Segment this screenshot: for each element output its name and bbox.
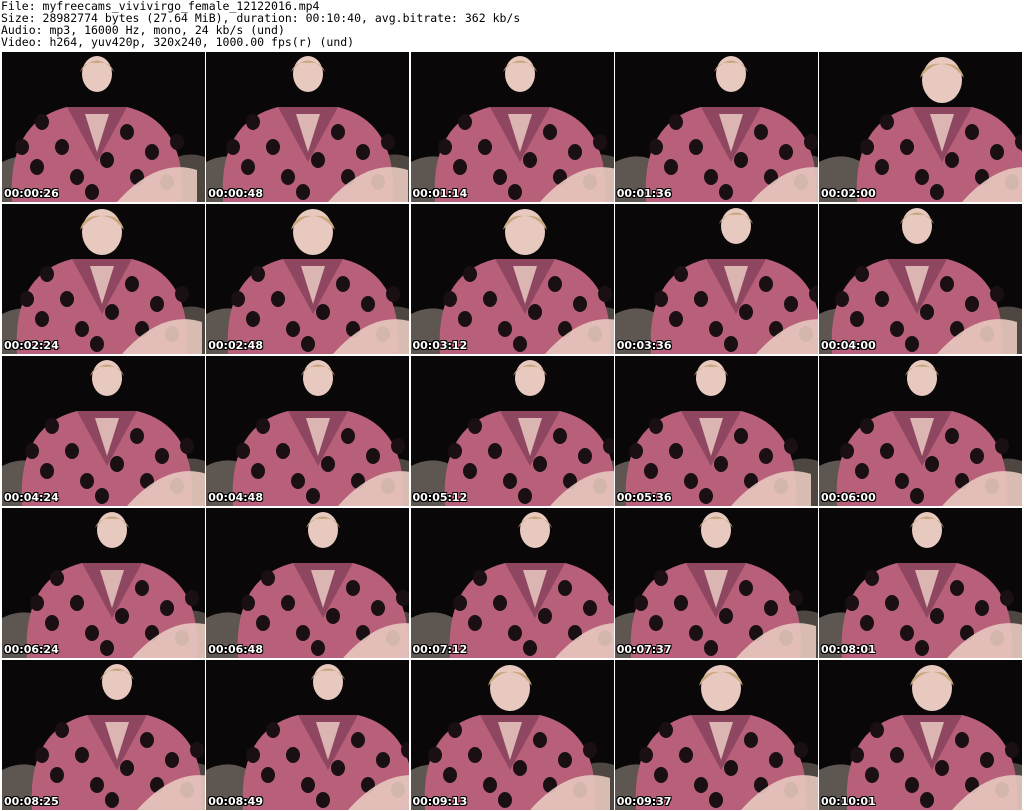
frame-image — [614, 508, 818, 658]
video-thumbnail: 00:08:49 — [206, 660, 410, 810]
frame-timestamp: 00:02:48 — [208, 339, 263, 352]
thumbnail-grid: 00:00:26 00:00:48 00:01:14 00:01:36 00:0… — [0, 51, 1024, 811]
frame-image — [410, 356, 614, 506]
frame-image — [819, 204, 1022, 354]
frame-image — [2, 356, 205, 506]
frame-image — [410, 52, 614, 202]
frame-timestamp: 00:07:12 — [412, 643, 468, 656]
video-thumbnail: 00:03:12 — [410, 204, 614, 354]
frame-image — [410, 660, 614, 810]
frame-timestamp: 00:00:48 — [208, 187, 263, 200]
frame-image — [819, 660, 1022, 810]
frame-timestamp: 00:02:00 — [821, 187, 876, 200]
video-thumbnail: 00:09:13 — [410, 660, 614, 810]
frame-image — [206, 52, 410, 202]
video-thumbnail: 00:08:01 — [819, 508, 1022, 658]
video-thumbnail: 00:01:36 — [614, 52, 818, 202]
video-thumbnail: 00:00:26 — [2, 52, 205, 202]
frame-timestamp: 00:04:48 — [208, 491, 263, 504]
frame-timestamp: 00:03:12 — [412, 339, 468, 352]
frame-image — [614, 660, 818, 810]
video-thumbnail: 00:06:48 — [206, 508, 410, 658]
frame-timestamp: 00:06:24 — [4, 643, 59, 656]
frame-image — [206, 204, 410, 354]
video-thumbnail: 00:08:25 — [2, 660, 205, 810]
frame-timestamp: 00:08:01 — [821, 643, 876, 656]
frame-image — [206, 508, 410, 658]
video-thumbnail: 00:03:36 — [614, 204, 818, 354]
frame-image — [410, 508, 614, 658]
video-thumbnail: 00:02:48 — [206, 204, 410, 354]
frame-image — [2, 52, 205, 202]
frame-timestamp: 00:05:36 — [616, 491, 672, 504]
frame-timestamp: 00:04:24 — [4, 491, 59, 504]
frame-timestamp: 00:00:26 — [4, 187, 59, 200]
video-thumbnail: 00:04:00 — [819, 204, 1022, 354]
frame-image — [2, 204, 205, 354]
frame-image — [2, 508, 205, 658]
frame-image — [614, 52, 818, 202]
frame-timestamp: 00:08:25 — [4, 795, 59, 808]
video-thumbnail: 00:10:01 — [819, 660, 1022, 810]
video-thumbnail: 00:06:00 — [819, 356, 1022, 506]
frame-timestamp: 00:09:37 — [616, 795, 672, 808]
frame-timestamp: 00:01:14 — [412, 187, 468, 200]
frame-timestamp: 00:09:13 — [412, 795, 468, 808]
frame-timestamp: 00:03:36 — [616, 339, 672, 352]
video-thumbnail: 00:04:24 — [2, 356, 205, 506]
frame-image — [819, 356, 1022, 506]
frame-timestamp: 00:05:12 — [412, 491, 468, 504]
frame-timestamp: 00:07:37 — [616, 643, 672, 656]
frame-timestamp: 00:08:49 — [208, 795, 263, 808]
video-thumbnail: 00:01:14 — [410, 52, 614, 202]
frame-image — [206, 660, 410, 810]
frame-timestamp: 00:01:36 — [616, 187, 672, 200]
video-thumbnail: 00:07:12 — [410, 508, 614, 658]
frame-timestamp: 00:10:01 — [821, 795, 876, 808]
video-thumbnail: 00:04:48 — [206, 356, 410, 506]
video-thumbnail: 00:02:24 — [2, 204, 205, 354]
frame-image — [2, 660, 205, 810]
frame-timestamp: 00:02:24 — [4, 339, 59, 352]
frame-timestamp: 00:04:00 — [821, 339, 876, 352]
video-thumbnail: 00:02:00 — [819, 52, 1022, 202]
frame-image — [410, 204, 614, 354]
frame-image — [819, 52, 1022, 202]
frame-image — [206, 356, 410, 506]
frame-image — [819, 508, 1022, 658]
video-thumbnail: 00:05:12 — [410, 356, 614, 506]
frame-image — [614, 356, 818, 506]
frame-timestamp: 00:06:00 — [821, 491, 876, 504]
video-thumbnail: 00:05:36 — [614, 356, 818, 506]
video-thumbnail: 00:06:24 — [2, 508, 205, 658]
video-info-line: Video: h264, yuv420p, 320x240, 1000.00 f… — [1, 35, 355, 49]
file-info-header: File: myfreecams_vivivirgo_female_121220… — [0, 0, 1024, 51]
frame-timestamp: 00:06:48 — [208, 643, 263, 656]
video-thumbnail: 00:00:48 — [206, 52, 410, 202]
video-thumbnail: 00:09:37 — [614, 660, 818, 810]
frame-image — [614, 204, 818, 354]
video-thumbnail: 00:07:37 — [614, 508, 818, 658]
